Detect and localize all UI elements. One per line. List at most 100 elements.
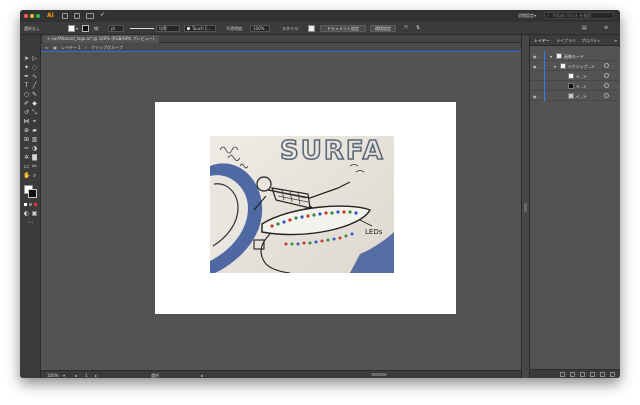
zoom-chevron-icon[interactable]: ▾ — [63, 373, 65, 378]
bridge-icon[interactable] — [62, 13, 68, 19]
layer-name[interactable]: <...> — [576, 74, 587, 79]
target-circle-icon[interactable] — [604, 93, 609, 98]
visibility-eye-icon[interactable]: ◉ — [533, 54, 537, 59]
edit-toolbar-icon[interactable]: ⋯ — [27, 219, 34, 226]
gradient-tool-icon[interactable]: ▥ — [31, 136, 38, 143]
transform-icon[interactable]: ⤧ — [404, 25, 408, 31]
layer-name[interactable]: <クリップ...> — [568, 64, 595, 70]
gradient-mode-swatch[interactable] — [29, 203, 32, 206]
breadcrumb-layer[interactable]: レイヤー 1 — [61, 45, 81, 51]
shaper-tool-icon[interactable]: ✐ — [23, 100, 30, 107]
zoom-level[interactable]: 100% — [47, 373, 58, 378]
pen-tool-icon[interactable]: ✒ — [23, 73, 30, 80]
stroke-swatch[interactable] — [82, 25, 89, 32]
expand-chevron-icon[interactable]: ▾ — [554, 64, 556, 69]
preferences-button[interactable]: 環境設定 — [370, 25, 396, 32]
expand-chevron-icon[interactable]: ▾ — [550, 54, 552, 59]
delete-layer-icon[interactable] — [610, 372, 615, 377]
width-tool-icon[interactable]: ⋈ — [23, 118, 30, 125]
screen-mode-icon[interactable]: ▣ — [31, 210, 38, 217]
layer-row[interactable]: <...> — [530, 71, 620, 81]
brush-select[interactable]: Touch C... — [184, 25, 216, 32]
artboard-number[interactable]: 1 — [85, 373, 88, 378]
layer-row[interactable]: ◉ ▾ 画像モード — [530, 51, 620, 61]
document-setup-button[interactable]: ドキュメント設定 — [320, 25, 366, 32]
magic-wand-tool-icon[interactable]: ✦ — [23, 64, 30, 71]
zoom-tool-icon[interactable]: ⌕ — [31, 172, 38, 179]
arrange-icon[interactable]: ▤ — [582, 25, 587, 31]
placed-sketch-image[interactable]: SURFA LEDs — [210, 136, 394, 273]
new-sublayer-icon[interactable] — [590, 372, 595, 377]
horizontal-scrollbar-thumb[interactable] — [371, 373, 387, 376]
target-circle-icon[interactable] — [604, 83, 609, 88]
symbol-sprayer-tool-icon[interactable]: ✲ — [23, 154, 30, 161]
vertical-scrollbar[interactable] — [521, 35, 529, 378]
ellipse-tool-icon[interactable]: ○ — [23, 91, 30, 98]
breadcrumb-group[interactable]: クリップグループ — [91, 45, 123, 51]
direct-selection-tool-icon[interactable]: ▷ — [31, 55, 38, 62]
mesh-tool-icon[interactable]: ⊞ — [23, 136, 30, 143]
layer-name[interactable]: 画像モード — [564, 54, 584, 60]
control-bar-menu-icon[interactable]: ≡ — [604, 25, 608, 31]
free-transform-tool-icon[interactable]: ⌖ — [31, 118, 38, 125]
vertical-scrollbar-thumb[interactable] — [524, 203, 527, 212]
layer-name[interactable]: <...> — [576, 94, 587, 99]
workspace-chevron-icon[interactable]: ▾ — [534, 13, 536, 18]
none-mode-swatch[interactable] — [34, 203, 37, 206]
arrange-documents-icon[interactable] — [86, 13, 94, 19]
minimize-window-button[interactable] — [30, 14, 34, 18]
new-layer-icon[interactable] — [600, 372, 605, 377]
visibility-eye-icon[interactable]: ◉ — [533, 64, 537, 69]
canvas-area[interactable]: SURFA LEDs — [41, 52, 521, 370]
shape-builder-tool-icon[interactable]: ⊕ — [23, 127, 30, 134]
panel-menu-icon[interactable]: ≡ — [614, 38, 617, 43]
layer-name[interactable]: <...> — [576, 84, 587, 89]
document-tab[interactable]: × surfAIboard_logo.ai* @ 100% (RGB/GPU プ… — [43, 35, 159, 43]
zoom-window-button[interactable] — [36, 14, 40, 18]
stroke-style-select[interactable]: 均等 — [156, 25, 180, 32]
layer-row[interactable]: ◉ ▾ <クリップ...> — [530, 61, 620, 71]
layer-row[interactable]: <...> — [530, 81, 620, 91]
stroke-color-swatch[interactable] — [28, 189, 37, 198]
rotate-tool-icon[interactable]: ↺ — [23, 109, 30, 116]
tab-libraries[interactable]: ライブラリ — [556, 38, 576, 44]
color-mode-swatch[interactable] — [24, 203, 27, 206]
lasso-tool-icon[interactable]: ◌ — [31, 64, 38, 71]
fill-chevron-icon[interactable]: ▾ — [76, 26, 78, 31]
artboard-next-icon[interactable]: ▸ — [95, 373, 97, 378]
type-tool-icon[interactable]: T — [23, 82, 30, 89]
curvature-tool-icon[interactable]: ∿ — [31, 73, 38, 80]
blend-tool-icon[interactable]: ◑ — [31, 145, 38, 152]
graph-tool-icon[interactable]: ▇ — [31, 154, 38, 161]
artboard-prev-icon[interactable]: ◂ — [75, 373, 77, 378]
opacity-input[interactable]: 100% — [250, 25, 270, 32]
workspace-switcher[interactable]: 初期設定 — [518, 13, 534, 19]
eraser-tool-icon[interactable]: ◆ — [31, 100, 38, 107]
visibility-eye-icon[interactable]: ◉ — [533, 94, 537, 99]
artboard[interactable]: SURFA LEDs — [155, 102, 456, 314]
fill-swatch[interactable] — [68, 25, 75, 32]
close-window-button[interactable] — [24, 14, 28, 18]
stock-icon[interactable] — [74, 13, 80, 19]
graphic-style-swatch[interactable] — [308, 25, 315, 32]
align-icon[interactable]: ⇅ — [416, 25, 420, 31]
stock-search-input[interactable]: ⌕ Adobe Stock を検索 — [544, 12, 614, 19]
status-menu-icon[interactable]: ▸ — [201, 373, 203, 378]
scale-tool-icon[interactable]: ⤡ — [31, 109, 38, 116]
back-arrow-icon[interactable]: ⇦ — [45, 45, 48, 50]
target-circle-icon[interactable] — [604, 73, 609, 78]
artboard-tool-icon[interactable]: ▭ — [23, 163, 30, 170]
paintbrush-tool-icon[interactable]: ✎ — [31, 91, 38, 98]
tab-layers[interactable]: レイヤー — [534, 38, 550, 44]
make-clipping-mask-icon[interactable] — [580, 372, 585, 377]
hand-tool-icon[interactable]: ✋ — [23, 172, 30, 179]
line-tool-icon[interactable]: ╱ — [31, 82, 38, 89]
draw-mode-icon[interactable]: ◐ — [23, 210, 30, 217]
slice-tool-icon[interactable]: ✂ — [31, 163, 38, 170]
layer-row[interactable]: ◉ <...> — [530, 91, 620, 101]
stroke-weight-input[interactable]: pt — [108, 25, 124, 32]
target-circle-icon[interactable] — [604, 63, 609, 68]
perspective-tool-icon[interactable]: ▰ — [31, 127, 38, 134]
collect-export-icon[interactable] — [560, 372, 565, 377]
gpu-rocket-icon[interactable]: ➶ — [100, 11, 105, 18]
